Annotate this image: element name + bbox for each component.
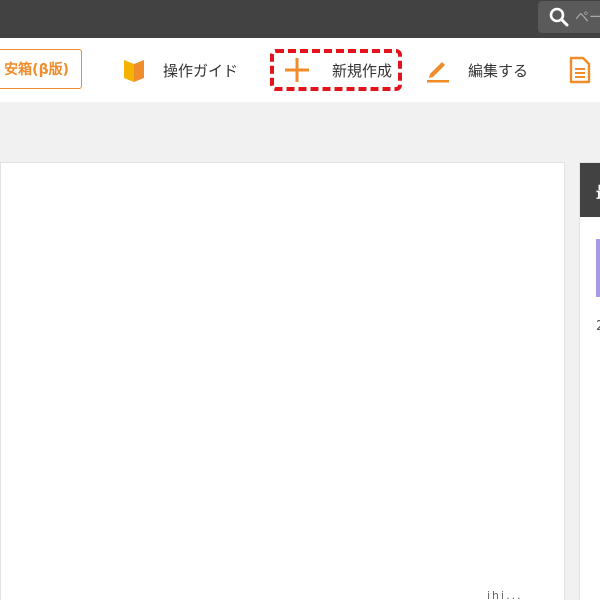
main-content-panel: ihi... bbox=[0, 162, 565, 600]
pencil-icon bbox=[426, 57, 450, 83]
document-icon bbox=[569, 56, 591, 84]
search-input[interactable]: ペー bbox=[538, 1, 600, 33]
side-panel: 最 2 bbox=[579, 162, 600, 600]
plus-icon bbox=[284, 57, 310, 83]
suggestion-box-button[interactable]: 安箱(β版) bbox=[0, 49, 82, 89]
side-panel-accent-bar bbox=[596, 239, 600, 297]
page: ペー 安箱(β版) 操作ガイド 新規作成 編集する ihi... bbox=[0, 0, 600, 600]
toolbar: 安箱(β版) 操作ガイド 新規作成 編集する bbox=[0, 38, 600, 102]
main-footer-text: ihi... bbox=[487, 589, 523, 600]
edit-button[interactable]: 編集する bbox=[426, 38, 528, 102]
edit-label: 編集する bbox=[468, 61, 529, 80]
page-info-button[interactable] bbox=[569, 38, 591, 102]
side-panel-header: 最 bbox=[580, 163, 600, 217]
top-bar: ペー bbox=[0, 0, 600, 38]
search-icon bbox=[549, 7, 569, 27]
search-placeholder: ペー bbox=[575, 10, 600, 26]
new-page-label: 新規作成 bbox=[332, 61, 393, 80]
side-panel-number: 2 bbox=[596, 319, 600, 334]
new-page-button[interactable]: 新規作成 bbox=[270, 49, 402, 91]
guide-button[interactable]: 操作ガイド bbox=[123, 38, 238, 102]
guide-label: 操作ガイド bbox=[163, 61, 239, 80]
beginner-mark-icon bbox=[123, 57, 145, 83]
